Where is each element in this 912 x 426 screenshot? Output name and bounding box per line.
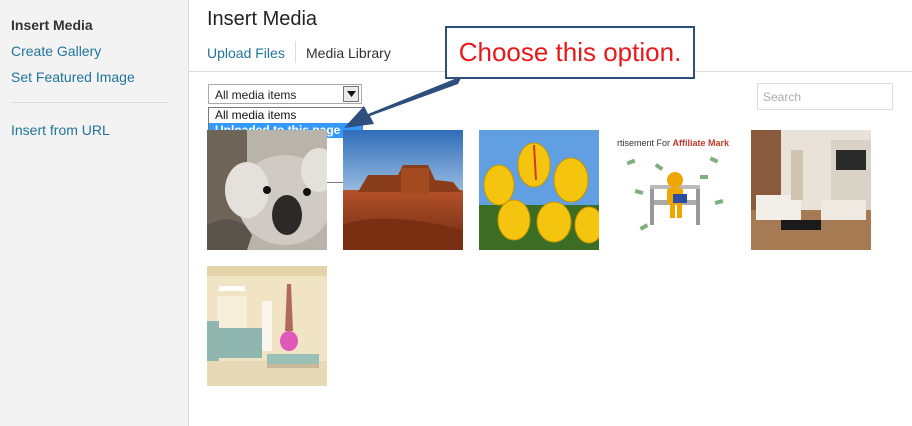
thumbnail-desert[interactable] [343, 130, 463, 250]
annotation-callout: Choose this option. [445, 26, 695, 79]
tab-media-library[interactable]: Media Library [306, 45, 391, 61]
thumbnail-tulips[interactable] [479, 130, 599, 250]
thumbnail-koala[interactable] [207, 130, 327, 250]
media-filter-select[interactable]: All media items [208, 84, 362, 104]
sidebar-item-create-gallery[interactable]: Create Gallery [11, 43, 101, 59]
thumbnail-living-room[interactable] [751, 130, 871, 250]
tab-upload-files[interactable]: Upload Files [207, 45, 285, 61]
tab-divider [295, 41, 296, 63]
filter-selected-value: All media items [215, 88, 297, 102]
sidebar-divider [11, 102, 169, 103]
thumbnail-affiliate-marketing[interactable]: rtisement For Affiliate Mark [615, 130, 735, 250]
search-input[interactable] [757, 83, 893, 110]
sidebar-item-insert-from-url[interactable]: Insert from URL [11, 122, 110, 138]
annotation-arrow [344, 76, 462, 128]
sidebar-item-set-featured-image[interactable]: Set Featured Image [11, 69, 135, 85]
media-sidebar: Insert Media Create Gallery Set Featured… [0, 0, 189, 426]
thumbnail-interior-room[interactable] [207, 266, 327, 386]
sidebar-item-insert-media[interactable]: Insert Media [11, 17, 93, 33]
frame-title: Insert Media [207, 8, 318, 30]
thumbnail-caption: rtisement For Affiliate Mark [617, 138, 730, 148]
